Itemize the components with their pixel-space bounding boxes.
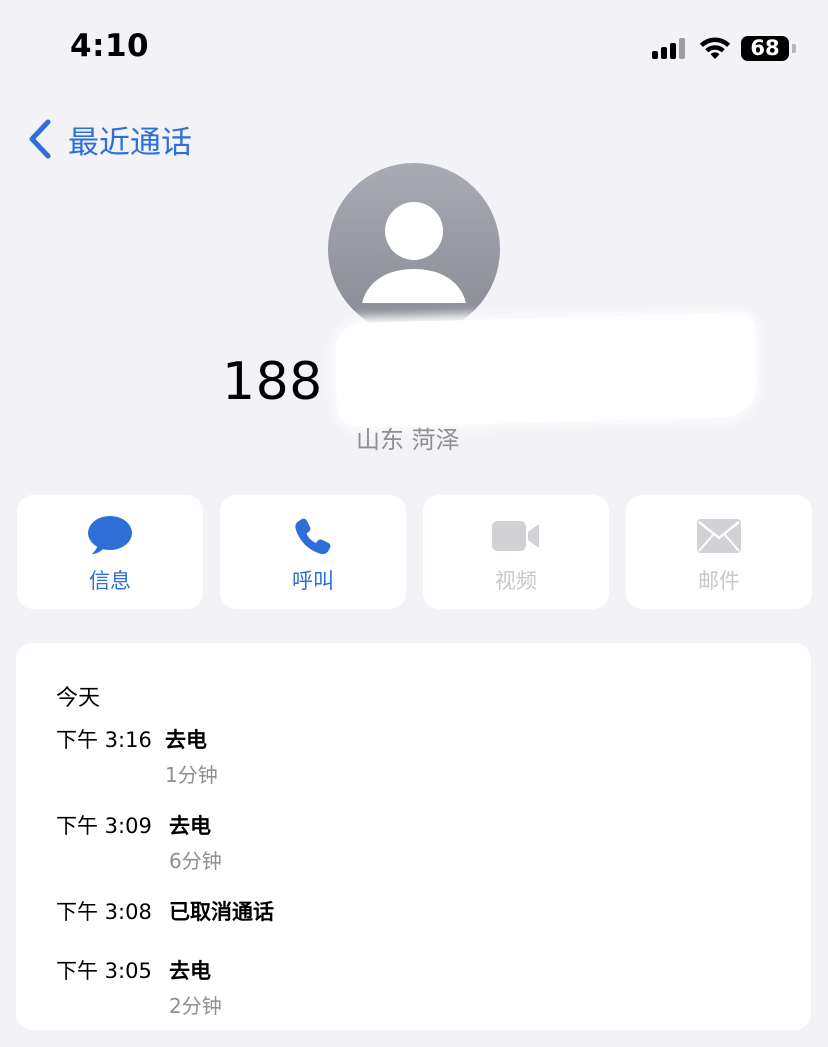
call-duration: 1分钟 — [165, 763, 218, 787]
call-time: 下午 3:08 — [56, 900, 152, 924]
message-button[interactable]: 信息 — [17, 495, 203, 609]
call-type: 去电 — [169, 814, 211, 838]
contact-detail-screen: 4:10 68 最近通话 188 8 山东 菏泽 信息 呼叫 视频 邮件 今天 … — [0, 0, 828, 1047]
call-history-card: 今天 下午 3:16 去电 1分钟 下午 3:09 去电 6分钟 下午 3:08… — [16, 643, 811, 1030]
video-camera-icon — [492, 521, 539, 551]
status-time: 4:10 — [70, 28, 150, 64]
person-silhouette-icon — [362, 202, 466, 303]
call-button[interactable]: 呼叫 — [220, 495, 406, 609]
redaction-mark — [334, 312, 758, 428]
call-duration: 6分钟 — [169, 849, 222, 873]
message-label: 信息 — [89, 569, 131, 593]
history-date-heading: 今天 — [56, 686, 101, 711]
chevron-left-icon — [29, 119, 51, 159]
number-location: 山东 菏泽 — [356, 426, 460, 454]
envelope-icon — [697, 519, 741, 553]
battery-indicator: 68 — [741, 36, 796, 61]
call-time: 下午 3:16 — [56, 728, 152, 752]
call-label: 呼叫 — [292, 569, 334, 593]
avatar — [328, 163, 500, 335]
message-bubble-icon — [88, 516, 132, 554]
call-time: 下午 3:05 — [56, 959, 152, 983]
back-button[interactable]: 最近通话 — [26, 116, 192, 162]
call-type: 去电 — [169, 959, 211, 983]
video-button[interactable]: 视频 — [423, 495, 609, 609]
call-type: 去电 — [165, 728, 207, 752]
back-label: 最近通话 — [68, 124, 192, 161]
phone-icon — [295, 518, 331, 555]
call-time: 下午 3:09 — [56, 814, 152, 838]
call-type: 已取消通话 — [169, 900, 274, 924]
cellular-signal-icon — [652, 37, 688, 59]
mail-button[interactable]: 邮件 — [626, 495, 812, 609]
mail-label: 邮件 — [698, 569, 740, 593]
video-label: 视频 — [495, 569, 537, 593]
call-duration: 2分钟 — [169, 994, 222, 1018]
wifi-icon — [699, 37, 731, 59]
